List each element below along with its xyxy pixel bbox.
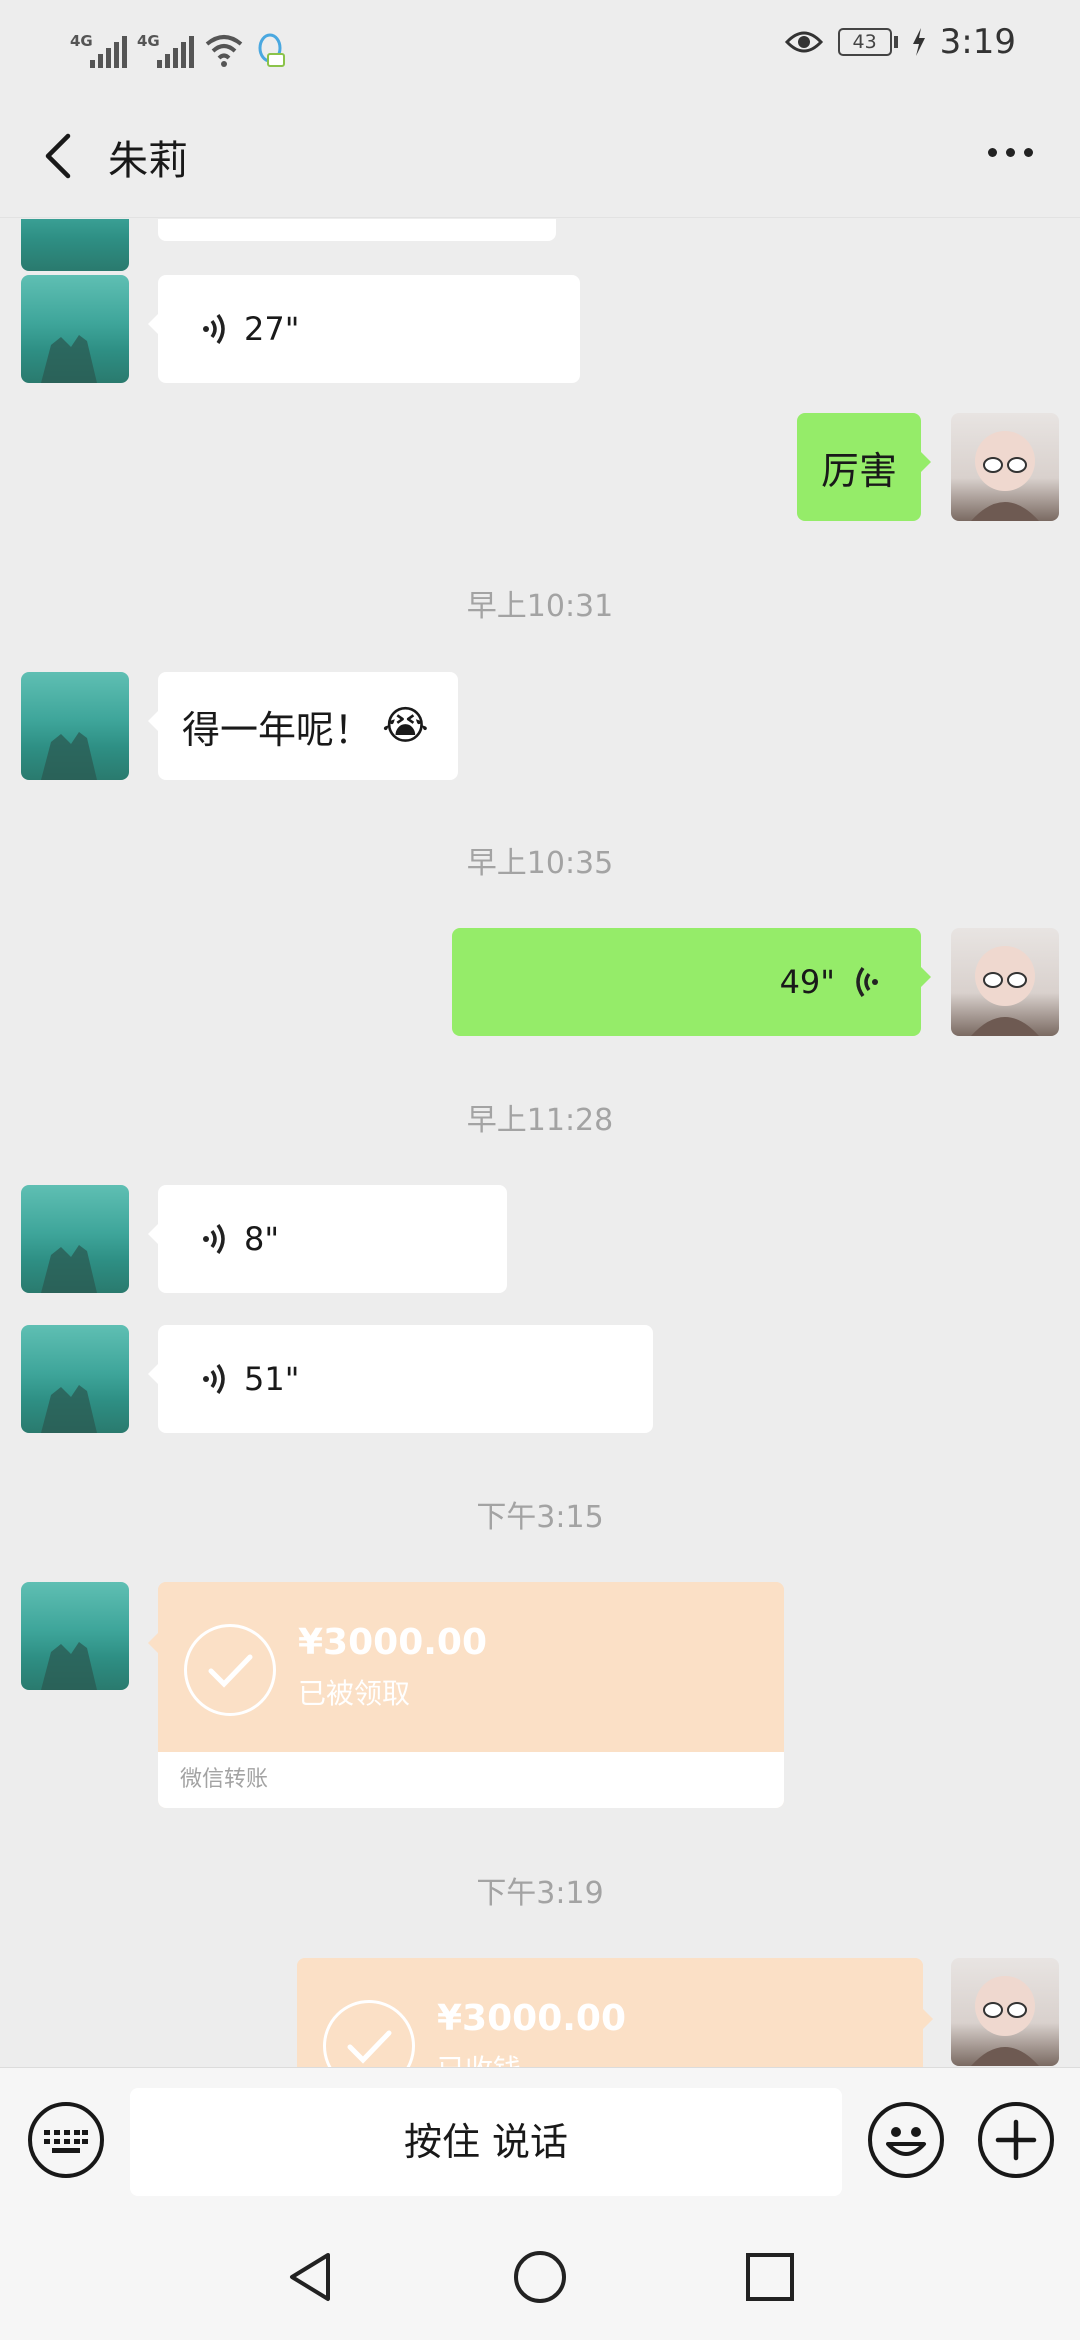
message-bubble[interactable]: 厉害 <box>797 413 931 521</box>
battery-level: 43 <box>837 28 892 56</box>
chat-title: 朱莉 <box>108 138 188 184</box>
battery-icon: 43 <box>837 28 898 56</box>
message-bubble[interactable]: 得一年呢！ 😭 <box>148 672 458 780</box>
voice-message[interactable]: 27" <box>148 275 580 383</box>
transfer-amount: ¥3000.00 <box>298 1622 488 1663</box>
transfer-footer: 微信转账 <box>158 1752 784 1808</box>
keyboard-icon[interactable] <box>28 2102 104 2178</box>
avatar[interactable] <box>21 1325 129 1433</box>
transfer-card-body: ¥3000.00 已收钱 <box>297 1958 923 2067</box>
message-text: 厉害 <box>821 448 898 493</box>
transfer-card-body: ¥3000.00 已被领取 <box>158 1582 784 1752</box>
smiley-icon[interactable] <box>868 2102 944 2178</box>
square-recents-icon[interactable] <box>742 2249 798 2305</box>
wifi-icon <box>205 35 243 67</box>
voice-duration: 49" <box>779 963 835 1001</box>
transfer-status: 已被领取 <box>298 1677 411 1710</box>
timestamp: 早上10:35 <box>466 846 614 881</box>
chat-message-list[interactable]: 27" 厉害 早上10:31 得一年呢！ 😭 早上10:35 49" 早上11:… <box>0 219 1080 2067</box>
timestamp: 下午3:15 <box>476 1500 604 1535</box>
voice-message[interactable]: 49" <box>452 928 931 1036</box>
voice-duration: 51" <box>244 1360 300 1398</box>
check-circle-icon <box>323 2000 415 2067</box>
transfer-status: 已收钱 <box>437 2048 521 2067</box>
message-bubble[interactable] <box>158 219 556 241</box>
transfer-card[interactable]: ¥3000.00 已收钱 <box>297 1958 933 2067</box>
chat-header: 朱莉 <box>0 92 1080 218</box>
transfer-amount: ¥3000.00 <box>437 1998 627 2039</box>
voice-message[interactable]: 8" <box>148 1185 507 1293</box>
check-circle-icon <box>184 1624 276 1716</box>
timestamp: 早上10:31 <box>466 589 614 624</box>
avatar[interactable] <box>21 1582 129 1690</box>
input-bar: 按住 说话 <box>0 2067 1080 2219</box>
voice-wave-icon <box>203 1223 225 1255</box>
signal-icon: 4G <box>70 32 127 68</box>
avatar[interactable] <box>21 275 129 383</box>
voice-wave-icon <box>203 313 225 345</box>
status-left: 4G 4G <box>70 24 286 68</box>
status-right: 43 3:19 <box>784 22 1016 62</box>
hold-to-talk-button[interactable]: 按住 说话 <box>130 2088 842 2196</box>
more-dots-icon[interactable] <box>980 132 1040 172</box>
network-type: 4G <box>70 32 93 50</box>
avatar[interactable] <box>951 413 1059 521</box>
plus-circle-icon[interactable] <box>978 2102 1054 2178</box>
clock: 3:19 <box>939 22 1016 62</box>
circle-home-icon[interactable] <box>510 2247 570 2307</box>
signal-icon-2: 4G <box>137 32 194 68</box>
voice-message[interactable]: 51" <box>148 1325 653 1433</box>
voice-duration: 8" <box>244 1220 280 1258</box>
qq-notification-icon <box>258 33 285 67</box>
charging-icon <box>912 28 925 56</box>
voice-wave-icon <box>203 1363 225 1395</box>
avatar[interactable] <box>21 672 129 780</box>
message-text: 得一年呢！ <box>182 707 373 752</box>
status-bar: 4G 4G 43 3:19 <box>0 0 1080 92</box>
avatar[interactable] <box>951 1958 1059 2066</box>
voice-duration: 27" <box>244 310 300 348</box>
network-type-2: 4G <box>137 32 160 50</box>
voice-wave-icon <box>856 966 878 998</box>
crying-laughing-emoji: 😭 <box>382 703 429 749</box>
triangle-back-icon[interactable] <box>282 2247 338 2307</box>
chevron-left-icon[interactable] <box>36 126 86 186</box>
avatar[interactable] <box>951 928 1059 1036</box>
transfer-card[interactable]: ¥3000.00 已被领取 微信转账 <box>148 1582 784 1808</box>
eye-comfort-icon <box>784 31 823 53</box>
timestamp: 早上11:28 <box>466 1103 614 1138</box>
timestamp: 下午3:19 <box>476 1876 604 1911</box>
avatar[interactable] <box>21 219 129 271</box>
system-nav-bar <box>0 2219 1080 2340</box>
avatar[interactable] <box>21 1185 129 1293</box>
